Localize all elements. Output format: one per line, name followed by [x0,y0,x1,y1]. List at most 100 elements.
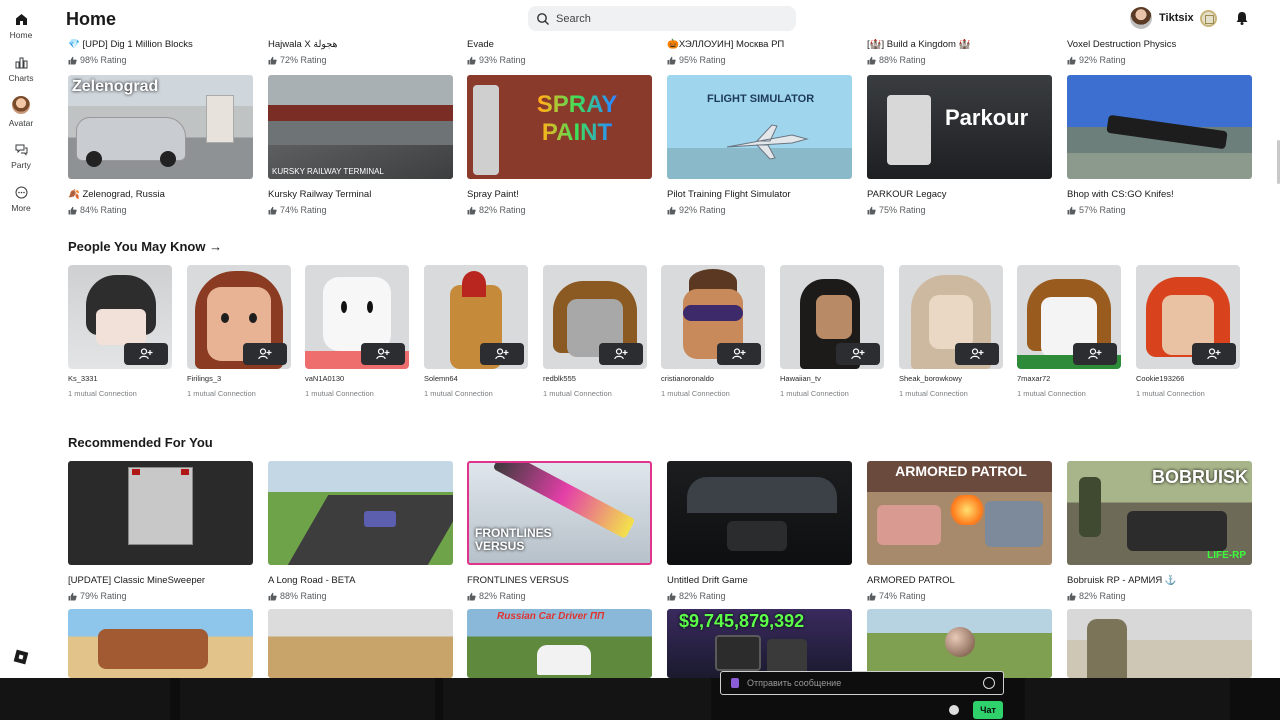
person-avatar[interactable] [543,265,647,369]
game-tile[interactable]: FLIGHT SIMULATOR Pilot Training Flight S… [667,75,852,215]
game-thumbnail[interactable]: FLIGHT SIMULATOR [667,75,852,179]
person-card[interactable]: Cookie193266 1 mutual Connection [1136,265,1240,398]
user-avatar[interactable] [1130,7,1152,29]
game-tile[interactable]: [🏰] Build a Kingdom 🏰 88% Rating [867,39,1052,65]
add-friend-button[interactable] [124,343,168,365]
add-friend-button[interactable] [361,343,405,365]
add-friend-button[interactable] [243,343,287,365]
robux-icon[interactable] [1200,10,1217,27]
add-friend-button[interactable] [955,343,999,365]
game-tile[interactable]: SPRAY PAINT Spray Paint! 82% Rating [467,75,652,215]
game-thumbnail[interactable] [68,461,253,565]
nav-more[interactable]: More [0,185,42,213]
chat-input[interactable]: Отправить сообщение [720,671,1004,695]
game-title[interactable]: Evade [467,39,652,50]
game-tile[interactable] [867,609,1052,678]
game-tile[interactable] [268,609,453,678]
search-input[interactable] [556,12,776,25]
person-card[interactable]: Hawaiian_tv 1 mutual Connection [780,265,884,398]
game-tile[interactable]: [UPDATE] Classic MineSweeper 79% Rating [68,461,253,601]
game-tile[interactable] [68,609,253,678]
person-name[interactable]: vaN1A0130 [305,374,409,383]
person-avatar[interactable] [187,265,291,369]
people-section-title[interactable]: People You May Know → [68,239,222,254]
game-thumbnail[interactable]: BOBRUISK LIFE-RP [1067,461,1252,565]
person-card[interactable]: Ks_3331 1 mutual Connection [68,265,172,398]
person-name[interactable]: cristianoronaldo [661,374,765,383]
game-title[interactable]: Spray Paint! [467,189,652,200]
person-name[interactable]: Sheak_borowkowy [899,374,1003,383]
add-friend-button[interactable] [480,343,524,365]
game-thumbnail[interactable] [68,609,253,678]
game-thumbnail[interactable]: Zelenograd [68,75,253,179]
game-tile[interactable]: ARMORED PATROL ARMORED PATROL 74% Rating [867,461,1052,601]
chat-send-button[interactable]: Чат [973,701,1003,719]
roblox-logo-icon[interactable] [13,649,29,665]
game-thumbnail[interactable] [268,609,453,678]
person-avatar[interactable] [1136,265,1240,369]
game-thumbnail[interactable] [1067,609,1252,678]
game-title[interactable]: Untitled Drift Game [667,575,852,586]
game-title[interactable]: [UPDATE] Classic MineSweeper [68,575,253,586]
person-name[interactable]: Hawaiian_tv [780,374,884,383]
game-tile[interactable]: Voxel Destruction Physics 92% Rating [1067,39,1252,65]
game-tile[interactable]: Hajwala X هجولة 72% Rating [268,39,453,65]
game-title[interactable]: Kursky Railway Terminal [268,189,453,200]
game-title[interactable]: Hajwala X هجولة [268,39,453,50]
emoji-icon[interactable] [983,677,995,689]
game-thumbnail[interactable]: Russian Car Driver ПП [467,609,652,678]
game-tile[interactable]: FRONTLINES VERSUS FRONTLINES VERSUS 82% … [467,461,652,601]
game-thumbnail[interactable] [1067,75,1252,179]
game-title[interactable]: Pilot Training Flight Simulator [667,189,852,200]
game-tile[interactable]: Evade 93% Rating [467,39,652,65]
search-bar[interactable] [528,6,796,31]
person-avatar[interactable] [68,265,172,369]
game-thumbnail[interactable]: ARMORED PATROL [867,461,1052,565]
game-tile[interactable]: Bhop with CS:GO Knifes! 57% Rating [1067,75,1252,215]
game-title[interactable]: 💎 [UPD] Dig 1 Million Blocks [68,39,253,50]
game-thumbnail[interactable] [867,609,1052,678]
person-avatar[interactable] [305,265,409,369]
game-thumbnail[interactable]: Parkour [867,75,1052,179]
person-name[interactable]: 7maxar72 [1017,374,1121,383]
nav-party[interactable]: Party [0,142,42,170]
person-name[interactable]: Cookie193266 [1136,374,1240,383]
game-thumbnail[interactable]: $9,745,879,392 [667,609,852,678]
nav-avatar[interactable]: Avatar [0,96,42,128]
game-tile[interactable]: Parkour PARKOUR Legacy 75% Rating [867,75,1052,215]
game-title[interactable]: ARMORED PATROL [867,575,1052,586]
person-avatar[interactable] [1017,265,1121,369]
add-friend-button[interactable] [836,343,880,365]
game-title[interactable]: Bobruisk RP - АРМИЯ ⚓ [1067,575,1252,586]
person-card[interactable]: vaN1A0130 1 mutual Connection [305,265,409,398]
game-title[interactable]: PARKOUR Legacy [867,189,1052,200]
game-thumbnail[interactable]: SPRAY PAINT [467,75,652,179]
game-title[interactable]: 🍂 Zelenograd, Russia [68,189,253,200]
person-avatar[interactable] [780,265,884,369]
game-tile[interactable]: 🎃ХЭЛЛОУИН] Москва РП 95% Rating [667,39,852,65]
add-friend-button[interactable] [717,343,761,365]
user-profile[interactable]: Tiktsix [1130,7,1194,29]
nav-charts[interactable]: Charts [0,55,42,83]
person-name[interactable]: Firilings_3 [187,374,291,383]
person-name[interactable]: redblk555 [543,374,647,383]
game-tile[interactable]: Russian Car Driver ПП [467,609,652,678]
game-title[interactable]: A Long Road - BETA [268,575,453,586]
username[interactable]: Tiktsix [1159,12,1194,24]
add-friend-button[interactable] [599,343,643,365]
person-card[interactable]: Solemn64 1 mutual Connection [424,265,528,398]
game-title[interactable]: 🎃ХЭЛЛОУИН] Москва РП [667,39,852,50]
game-tile[interactable] [1067,609,1252,678]
person-avatar[interactable] [661,265,765,369]
game-thumbnail[interactable]: KURSKY RAILWAY TERMINAL [268,75,453,179]
game-tile[interactable]: Zelenograd 🍂 Zelenograd, Russia 84% Rati… [68,75,253,215]
person-name[interactable]: Ks_3331 [68,374,172,383]
person-card[interactable]: Firilings_3 1 mutual Connection [187,265,291,398]
add-friend-button[interactable] [1073,343,1117,365]
game-tile[interactable]: BOBRUISK LIFE-RP Bobruisk RP - АРМИЯ ⚓ 8… [1067,461,1252,601]
game-tile[interactable]: Untitled Drift Game 82% Rating [667,461,852,601]
game-title[interactable]: Bhop with CS:GO Knifes! [1067,189,1252,200]
person-card[interactable]: 7maxar72 1 mutual Connection [1017,265,1121,398]
game-tile[interactable]: 💎 [UPD] Dig 1 Million Blocks 98% Rating [68,39,253,65]
game-thumbnail[interactable]: FRONTLINES VERSUS [467,461,652,565]
